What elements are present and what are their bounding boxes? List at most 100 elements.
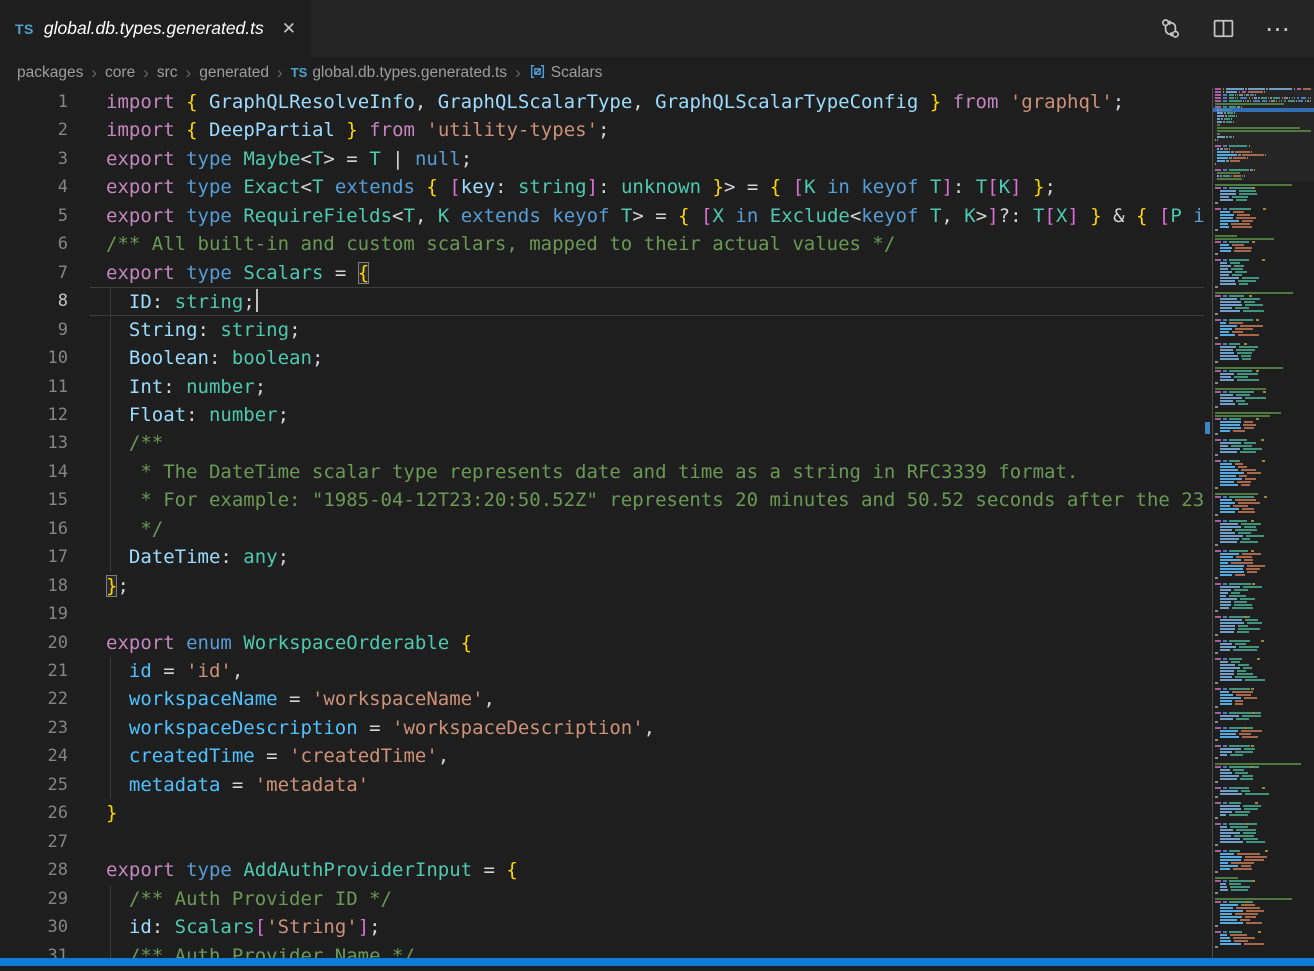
- code-line[interactable]: Int: number;: [90, 373, 1204, 401]
- line-number[interactable]: 30: [48, 913, 68, 942]
- breadcrumb-separator: ›: [186, 63, 192, 83]
- more-actions-icon[interactable]: ⋯: [1265, 18, 1290, 40]
- line-number[interactable]: 16: [48, 515, 68, 544]
- overview-ruler[interactable]: [1204, 88, 1213, 966]
- line-number[interactable]: 28: [48, 856, 68, 885]
- breadcrumb-item-core[interactable]: core: [105, 64, 135, 82]
- symbol-type-icon: [529, 63, 546, 82]
- line-number[interactable]: 27: [48, 828, 68, 857]
- split-editor-icon[interactable]: [1212, 17, 1235, 40]
- window-bottom-accent: [0, 958, 1314, 966]
- breadcrumb-label: core: [105, 64, 135, 82]
- code-area[interactable]: import { GraphQLResolveInfo, GraphQLScal…: [90, 88, 1204, 966]
- code-line[interactable]: };: [90, 572, 1204, 600]
- code-line[interactable]: Boolean: boolean;: [90, 344, 1204, 372]
- line-number[interactable]: 7: [58, 259, 68, 288]
- breadcrumb-item-packages[interactable]: packages: [17, 64, 83, 82]
- line-number[interactable]: 5: [58, 202, 68, 231]
- line-number[interactable]: 24: [48, 742, 68, 771]
- breadcrumb-item-src[interactable]: src: [157, 64, 178, 82]
- code-line[interactable]: workspaceName = 'workspaceName',: [90, 685, 1204, 713]
- code-line[interactable]: * The DateTime scalar type represents da…: [90, 458, 1204, 486]
- indent-guide: [110, 885, 111, 966]
- code-line[interactable]: [90, 828, 1204, 856]
- line-number[interactable]: 29: [48, 885, 68, 914]
- code-line[interactable]: export type Scalars = {: [90, 259, 1204, 287]
- code-line[interactable]: metadata = 'metadata': [90, 771, 1204, 799]
- breadcrumb-label: packages: [17, 64, 83, 82]
- breadcrumb-item-Scalars[interactable]: Scalars: [529, 63, 603, 82]
- breadcrumb-label: src: [157, 64, 178, 82]
- code-line[interactable]: id = 'id',: [90, 657, 1204, 685]
- line-number[interactable]: 9: [58, 316, 68, 345]
- code-line[interactable]: DateTime: any;: [90, 543, 1204, 571]
- code-line[interactable]: * For example: "1985-04-12T23:20:50.52Z"…: [90, 486, 1204, 514]
- line-number[interactable]: 8: [58, 287, 68, 316]
- breadcrumb-item-global.db.types.generated.ts[interactable]: TS global.db.types.generated.ts: [291, 64, 507, 82]
- line-number[interactable]: 11: [48, 373, 68, 402]
- text-cursor: [256, 289, 258, 312]
- typescript-file-icon: TS: [15, 21, 34, 37]
- code-editor[interactable]: 1234567891011121314151617181920212223242…: [0, 88, 1314, 966]
- breadcrumb-separator: ›: [91, 63, 97, 83]
- minimap[interactable]: [1213, 88, 1314, 966]
- close-tab-icon[interactable]: ✕: [282, 19, 296, 39]
- line-number[interactable]: 17: [48, 543, 68, 572]
- breadcrumb-separator: ›: [515, 63, 521, 83]
- breadcrumb-label: global.db.types.generated.ts: [312, 64, 507, 82]
- tab-title: global.db.types.generated.ts: [44, 18, 264, 39]
- line-number[interactable]: 10: [48, 344, 68, 373]
- code-line[interactable]: workspaceDescription = 'workspaceDescrip…: [90, 714, 1204, 742]
- line-number[interactable]: 26: [48, 799, 68, 828]
- code-line[interactable]: export type RequireFields<T, K extends k…: [90, 202, 1204, 230]
- editor-tab[interactable]: TS global.db.types.generated.ts ✕: [0, 0, 311, 57]
- line-number[interactable]: 14: [48, 458, 68, 487]
- code-line[interactable]: export type AddAuthProviderInput = {: [90, 856, 1204, 884]
- line-number[interactable]: 23: [48, 714, 68, 743]
- code-line[interactable]: export type Exact<T extends { [key: stri…: [90, 173, 1204, 201]
- line-number[interactable]: 2: [58, 116, 68, 145]
- open-changes-icon[interactable]: [1159, 17, 1182, 40]
- breadcrumb-label: generated: [199, 64, 269, 82]
- breadcrumb-separator: ›: [143, 63, 149, 83]
- code-line[interactable]: Float: number;: [90, 401, 1204, 429]
- line-number[interactable]: 13: [48, 429, 68, 458]
- code-line[interactable]: id: Scalars['String'];: [90, 913, 1204, 941]
- line-number[interactable]: 18: [48, 572, 68, 601]
- code-line[interactable]: createdTime = 'createdTime',: [90, 742, 1204, 770]
- code-line[interactable]: /**: [90, 429, 1204, 457]
- indent-guide: [110, 657, 111, 799]
- code-line[interactable]: }: [90, 799, 1204, 827]
- line-number[interactable]: 12: [48, 401, 68, 430]
- code-line[interactable]: export enum WorkspaceOrderable {: [90, 629, 1204, 657]
- line-number[interactable]: 22: [48, 685, 68, 714]
- typescript-file-icon: TS: [291, 65, 308, 80]
- breadcrumb: packages › core › src › generated › TS global.db.…: [0, 57, 1314, 88]
- line-number[interactable]: 21: [48, 657, 68, 686]
- line-number[interactable]: 19: [48, 600, 68, 629]
- line-number[interactable]: 1: [58, 88, 68, 117]
- code-line[interactable]: import { DeepPartial } from 'utility-typ…: [90, 116, 1204, 144]
- indent-guide: [110, 287, 111, 572]
- breadcrumb-label: Scalars: [551, 64, 603, 82]
- editor-actions: ⋯: [1159, 0, 1314, 57]
- line-number[interactable]: 31: [48, 942, 68, 971]
- line-number[interactable]: 3: [58, 145, 68, 174]
- line-number[interactable]: 4: [58, 173, 68, 202]
- line-number-gutter[interactable]: 1234567891011121314151617181920212223242…: [0, 88, 90, 966]
- line-number[interactable]: 25: [48, 771, 68, 800]
- line-number[interactable]: 20: [48, 629, 68, 658]
- overview-marker: [1205, 422, 1210, 434]
- code-line[interactable]: */: [90, 515, 1204, 543]
- code-line[interactable]: ID: string;: [90, 287, 1204, 315]
- code-line[interactable]: /** All built-in and custom scalars, map…: [90, 230, 1204, 258]
- line-number[interactable]: 15: [48, 486, 68, 515]
- code-line[interactable]: [90, 600, 1204, 628]
- line-number[interactable]: 6: [58, 230, 68, 259]
- code-line[interactable]: import { GraphQLResolveInfo, GraphQLScal…: [90, 88, 1204, 116]
- code-line[interactable]: export type Maybe<T> = T | null;: [90, 145, 1204, 173]
- breadcrumb-item-generated[interactable]: generated: [199, 64, 269, 82]
- breadcrumb-separator: ›: [277, 63, 283, 83]
- code-line[interactable]: String: string;: [90, 316, 1204, 344]
- code-line[interactable]: /** Auth Provider ID */: [90, 885, 1204, 913]
